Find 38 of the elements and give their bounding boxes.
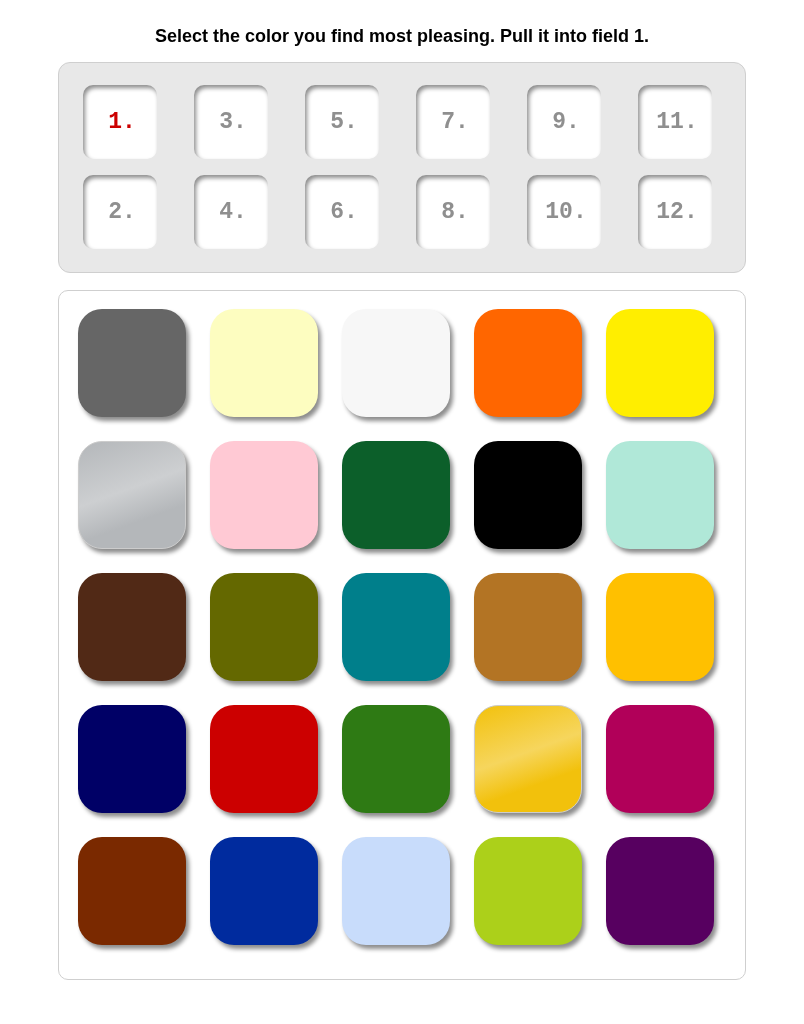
color-swatch[interactable]	[342, 705, 450, 813]
drop-field[interactable]: 3.	[194, 85, 268, 159]
drop-field[interactable]: 7.	[416, 85, 490, 159]
color-swatch[interactable]	[78, 441, 186, 549]
drop-field[interactable]: 9.	[527, 85, 601, 159]
color-swatch[interactable]	[78, 837, 186, 945]
drop-field[interactable]: 8.	[416, 175, 490, 249]
color-swatch[interactable]	[210, 573, 318, 681]
color-swatch[interactable]	[474, 441, 582, 549]
color-swatch[interactable]	[210, 705, 318, 813]
color-swatch[interactable]	[342, 573, 450, 681]
color-swatch[interactable]	[606, 309, 714, 417]
drop-field[interactable]: 1.	[83, 85, 157, 159]
color-swatch[interactable]	[474, 573, 582, 681]
drop-field[interactable]: 11.	[638, 85, 712, 159]
drop-field[interactable]: 10.	[527, 175, 601, 249]
drop-field[interactable]: 2.	[83, 175, 157, 249]
color-swatch[interactable]	[474, 309, 582, 417]
drop-field[interactable]: 4.	[194, 175, 268, 249]
color-swatch[interactable]	[606, 573, 714, 681]
color-swatch[interactable]	[474, 705, 582, 813]
instruction-text: Select the color you find most pleasing. Pull it into field 1.	[154, 26, 650, 47]
color-swatch[interactable]	[342, 441, 450, 549]
color-swatch[interactable]	[210, 441, 318, 549]
color-swatch[interactable]	[342, 837, 450, 945]
color-swatch[interactable]	[474, 837, 582, 945]
color-swatch[interactable]	[606, 705, 714, 813]
color-swatch[interactable]	[606, 837, 714, 945]
color-swatch[interactable]	[210, 309, 318, 417]
color-swatch[interactable]	[78, 309, 186, 417]
color-swatch[interactable]	[606, 441, 714, 549]
color-swatch[interactable]	[78, 573, 186, 681]
color-swatch[interactable]	[210, 837, 318, 945]
color-swatch[interactable]	[342, 309, 450, 417]
drop-field[interactable]: 5.	[305, 85, 379, 159]
drop-field[interactable]: 6.	[305, 175, 379, 249]
drop-field[interactable]: 12.	[638, 175, 712, 249]
color-swatch[interactable]	[78, 705, 186, 813]
